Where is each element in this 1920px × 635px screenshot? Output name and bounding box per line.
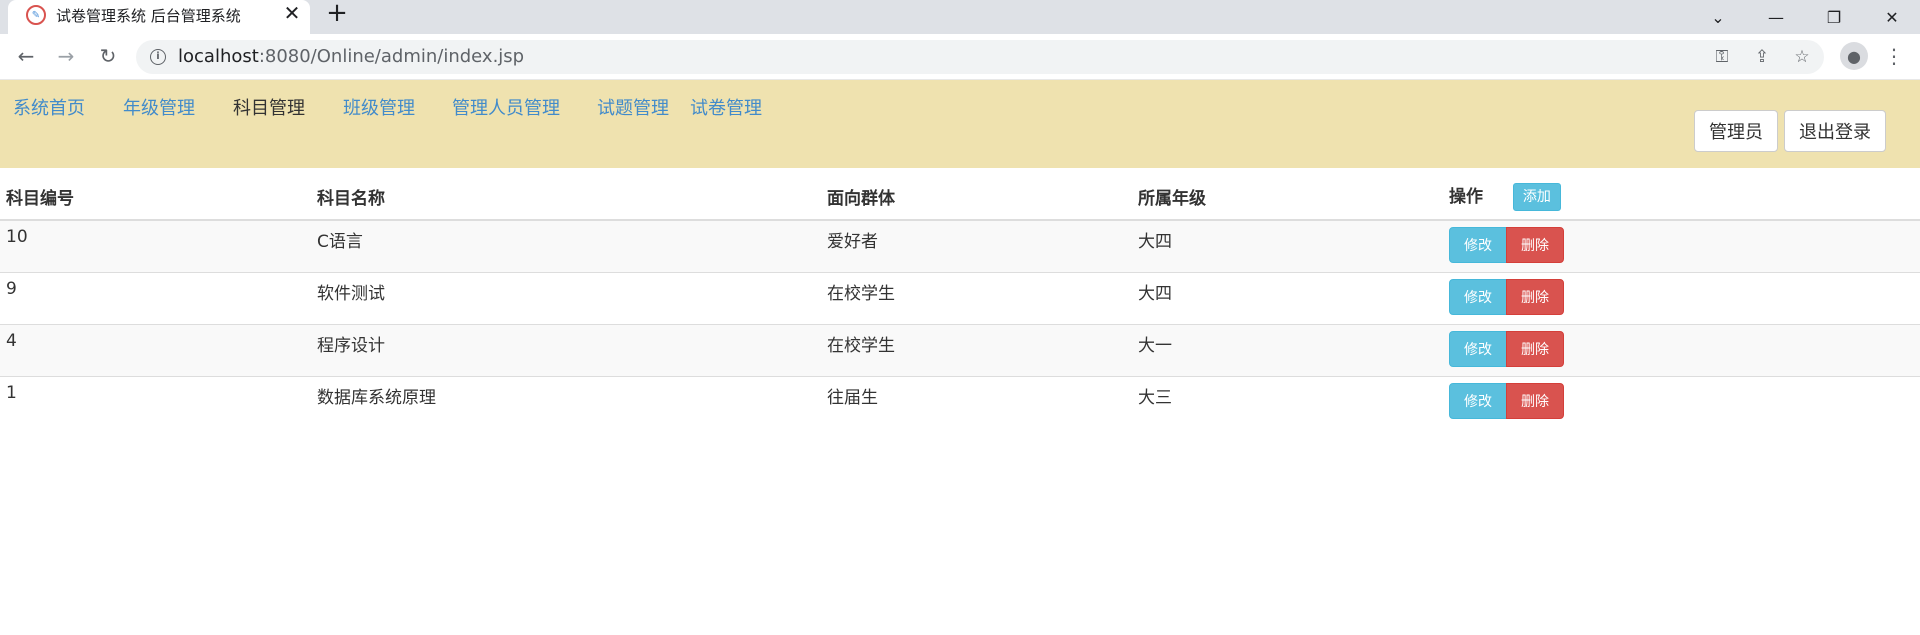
- share-icon[interactable]: ⇪: [1750, 45, 1774, 69]
- column-header-id: 科目编号: [0, 174, 311, 221]
- app-favicon-icon: ✎: [26, 5, 46, 25]
- cell-name: 软件测试: [311, 271, 821, 324]
- cell-actions: 修改 删除: [1443, 219, 1920, 272]
- new-tab-icon[interactable]: +: [323, 0, 351, 28]
- nav-grade-management[interactable]: 年级管理: [123, 94, 195, 120]
- nav-admin-management[interactable]: 管理人员管理: [452, 94, 560, 120]
- nav-question-management[interactable]: 试题管理: [597, 94, 669, 120]
- logout-button[interactable]: 退出登录: [1784, 110, 1886, 152]
- cell-actions: 修改 删除: [1443, 271, 1920, 324]
- table-row: 9 软件测试 在校学生 大四 修改 删除: [0, 271, 1920, 324]
- row-action-group: 修改 删除: [1449, 382, 1564, 419]
- back-arrow-icon[interactable]: ←: [12, 42, 40, 70]
- delete-button[interactable]: 删除: [1506, 227, 1564, 263]
- nav-class-management[interactable]: 班级管理: [343, 94, 415, 120]
- add-button[interactable]: 添加: [1512, 183, 1561, 211]
- cell-id: 4: [0, 323, 311, 376]
- subject-table: 科目编号 科目名称 面向群体 所属年级 操作 添加 10 C语言 爱好者 大四 …: [0, 174, 1920, 428]
- browser-tabstrip: ✎ 试卷管理系统 后台管理系统 ✕ + ⌄ — ❐ ✕: [0, 0, 1920, 34]
- nav-home[interactable]: 系统首页: [13, 94, 85, 120]
- actions-label: 操作: [1449, 187, 1483, 207]
- cell-actions: 修改 删除: [1443, 323, 1920, 376]
- edit-button[interactable]: 修改: [1449, 278, 1507, 315]
- close-tab-icon[interactable]: ✕: [280, 1, 304, 25]
- cell-audience: 在校学生: [821, 323, 1132, 376]
- column-header-actions: 操作 添加: [1443, 174, 1920, 221]
- table-row: 1 数据库系统原理 往届生 大三 修改 删除: [0, 375, 1920, 428]
- column-header-grade: 所属年级: [1132, 174, 1443, 221]
- forward-arrow-icon[interactable]: →: [52, 42, 80, 70]
- delete-button[interactable]: 删除: [1506, 382, 1564, 419]
- cell-actions: 修改 删除: [1443, 375, 1920, 428]
- edit-button[interactable]: 修改: [1449, 227, 1507, 263]
- profile-icon[interactable]: ●: [1840, 42, 1868, 70]
- browser-tab[interactable]: ✎ 试卷管理系统 后台管理系统 ✕: [8, 0, 310, 34]
- site-info-icon[interactable]: i: [150, 49, 166, 65]
- cell-grade: 大四: [1132, 219, 1443, 272]
- cell-id: 1: [0, 375, 311, 428]
- cell-name: 数据库系统原理: [311, 375, 821, 428]
- cell-grade: 大一: [1132, 323, 1443, 376]
- key-icon[interactable]: ⚿: [1710, 45, 1734, 69]
- cell-grade: 大四: [1132, 271, 1443, 324]
- table-header-row: 科目编号 科目名称 面向群体 所属年级 操作 添加: [0, 174, 1920, 221]
- column-header-name: 科目名称: [311, 174, 821, 221]
- row-action-group: 修改 删除: [1449, 278, 1564, 315]
- kebab-menu-icon[interactable]: ⋮: [1882, 42, 1906, 70]
- edit-button[interactable]: 修改: [1449, 330, 1507, 367]
- nav-paper-management[interactable]: 试卷管理: [690, 94, 762, 120]
- cell-audience: 在校学生: [821, 271, 1132, 324]
- cell-name: C语言: [311, 219, 821, 272]
- edit-button[interactable]: 修改: [1449, 382, 1507, 419]
- nav-subject-management[interactable]: 科目管理: [233, 94, 305, 120]
- cell-id: 9: [0, 271, 311, 324]
- cell-audience: 往届生: [821, 375, 1132, 428]
- tab-title: 试卷管理系统 后台管理系统: [56, 7, 241, 25]
- table-row: 10 C语言 爱好者 大四 修改 删除: [0, 219, 1920, 272]
- tab-search-icon[interactable]: ⌄: [1690, 0, 1746, 34]
- cell-grade: 大三: [1132, 375, 1443, 428]
- address-bar[interactable]: i localhost:8080/Online/admin/index.jsp …: [136, 40, 1824, 74]
- delete-button[interactable]: 删除: [1506, 330, 1564, 367]
- cell-id: 10: [0, 219, 311, 272]
- window-close-icon[interactable]: ✕: [1864, 0, 1920, 34]
- browser-toolbar: ← → ↻ i localhost:8080/Online/admin/inde…: [0, 34, 1920, 80]
- row-action-group: 修改 删除: [1449, 227, 1564, 263]
- cell-audience: 爱好者: [821, 219, 1132, 272]
- url-text[interactable]: localhost:8080/Online/admin/index.jsp: [178, 46, 524, 67]
- restore-icon[interactable]: ❐: [1806, 0, 1862, 34]
- bookmark-star-icon[interactable]: ☆: [1790, 45, 1814, 69]
- column-header-audience: 面向群体: [821, 174, 1132, 221]
- minimize-icon[interactable]: —: [1748, 0, 1804, 34]
- delete-button[interactable]: 删除: [1506, 278, 1564, 315]
- row-action-group: 修改 删除: [1449, 330, 1564, 367]
- reload-icon[interactable]: ↻: [94, 42, 122, 70]
- cell-name: 程序设计: [311, 323, 821, 376]
- admin-button[interactable]: 管理员: [1694, 110, 1778, 152]
- app-navbar: 系统首页 年级管理 科目管理 班级管理 管理人员管理 试题管理 试卷管理 管理员…: [0, 80, 1920, 168]
- table-row: 4 程序设计 在校学生 大一 修改 删除: [0, 323, 1920, 376]
